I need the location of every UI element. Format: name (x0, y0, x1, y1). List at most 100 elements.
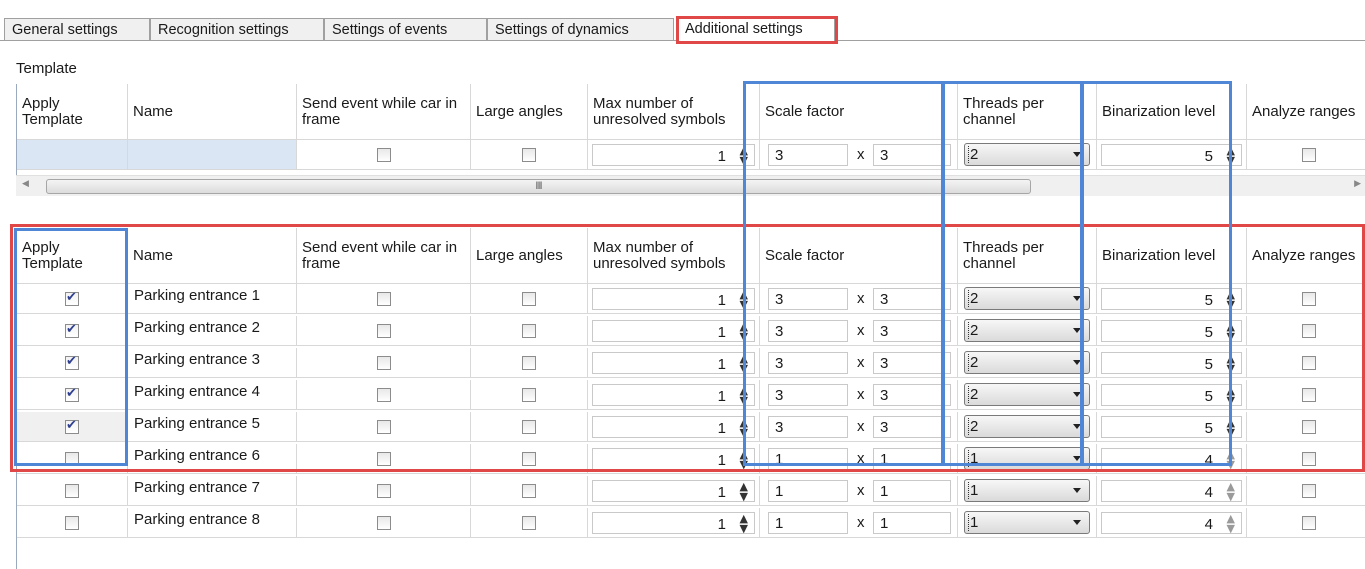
analyze-ranges-checkbox[interactable] (1302, 147, 1316, 162)
large-angles-checkbox[interactable] (522, 387, 536, 402)
spinner-arrows-icon[interactable]: ▲ ▼ (740, 449, 748, 470)
cell-apply[interactable] (17, 284, 128, 314)
scale-x-input[interactable]: 1 (768, 480, 848, 502)
apply-template-checkbox[interactable] (65, 290, 79, 306)
spinner-arrows-icon[interactable]: ▲ ▼ (740, 353, 748, 374)
scale-x-input[interactable]: 3 (768, 288, 848, 310)
threads-dropdown[interactable]: 2 (964, 383, 1090, 406)
tab-additional-settings[interactable]: Additional settings (677, 16, 835, 42)
analyze-ranges-checkbox[interactable] (1302, 451, 1316, 466)
tab-recognition-settings[interactable]: Recognition settings (150, 18, 324, 40)
max-unresolved-spinner[interactable]: 1 ▲ ▼ (592, 416, 755, 438)
tab-general-settings[interactable]: General settings (4, 18, 150, 40)
spinner-arrows-icon[interactable]: ▲ ▼ (1227, 385, 1235, 406)
binarization-spinner[interactable]: 5 ▲ ▼ (1101, 144, 1242, 166)
scale-x-input[interactable]: 1 (768, 512, 848, 534)
apply-template-checkbox[interactable] (65, 322, 79, 338)
spinner-arrows-icon[interactable]: ▲ ▼ (1227, 417, 1235, 438)
scale-y-input[interactable]: 1 (873, 512, 951, 534)
spinner-arrows-icon[interactable]: ▲ ▼ (740, 145, 748, 166)
send-event-checkbox[interactable] (376, 323, 391, 338)
send-event-checkbox[interactable] (376, 515, 391, 530)
cell-apply[interactable] (17, 348, 128, 378)
spinner-arrows-icon[interactable]: ▲ ▼ (1227, 513, 1235, 534)
scroll-right-arrow-icon[interactable]: ▶ (1354, 179, 1361, 189)
spinner-arrows-icon[interactable]: ▲ ▼ (740, 321, 748, 342)
spinner-arrows-icon[interactable]: ▲ ▼ (740, 481, 748, 502)
cell-apply[interactable] (17, 476, 128, 506)
cell-apply[interactable] (17, 444, 128, 474)
binarization-spinner[interactable]: 4 ▲ ▼ (1101, 448, 1242, 470)
analyze-ranges-checkbox[interactable] (1302, 291, 1316, 306)
large-angles-checkbox[interactable] (522, 323, 536, 338)
send-event-checkbox[interactable] (376, 147, 391, 162)
send-event-checkbox[interactable] (376, 483, 391, 498)
large-angles-checkbox[interactable] (522, 515, 536, 530)
binarization-spinner[interactable]: 5 ▲ ▼ (1101, 416, 1242, 438)
large-angles-checkbox[interactable] (522, 451, 536, 466)
apply-template-checkbox[interactable] (65, 418, 79, 434)
tab-settings-of-events[interactable]: Settings of events (324, 18, 487, 40)
scale-x-input[interactable]: 1 (768, 448, 848, 470)
scale-y-input[interactable]: 3 (873, 416, 951, 438)
max-unresolved-spinner[interactable]: 1 ▲ ▼ (592, 448, 755, 470)
send-event-checkbox[interactable] (376, 387, 391, 402)
spinner-arrows-icon[interactable]: ▲ ▼ (740, 513, 748, 534)
max-unresolved-spinner[interactable]: 1 ▲ ▼ (592, 320, 755, 342)
binarization-spinner[interactable]: 5 ▲ ▼ (1101, 320, 1242, 342)
spinner-arrows-icon[interactable]: ▲ ▼ (1227, 449, 1235, 470)
send-event-checkbox[interactable] (376, 291, 391, 306)
send-event-checkbox[interactable] (376, 419, 391, 434)
binarization-spinner[interactable]: 5 ▲ ▼ (1101, 352, 1242, 374)
spinner-arrows-icon[interactable]: ▲ ▼ (1227, 321, 1235, 342)
scrollbar-thumb[interactable]: III (46, 179, 1031, 194)
analyze-ranges-checkbox[interactable] (1302, 419, 1316, 434)
spinner-arrows-icon[interactable]: ▲ ▼ (1227, 353, 1235, 374)
tab-settings-of-dynamics[interactable]: Settings of dynamics (487, 18, 674, 40)
large-angles-checkbox[interactable] (522, 291, 536, 306)
binarization-spinner[interactable]: 4 ▲ ▼ (1101, 480, 1242, 502)
threads-dropdown[interactable]: 2 (964, 287, 1090, 310)
cell-apply[interactable] (17, 508, 128, 538)
threads-dropdown[interactable]: 1 (964, 447, 1090, 470)
max-unresolved-spinner[interactable]: 1 ▲ ▼ (592, 288, 755, 310)
analyze-ranges-checkbox[interactable] (1302, 483, 1316, 498)
scroll-left-arrow-icon[interactable]: ◀ (22, 179, 29, 189)
max-unresolved-spinner[interactable]: 1 ▲ ▼ (592, 352, 755, 374)
cell-apply[interactable] (17, 316, 128, 346)
cell-apply[interactable] (17, 380, 128, 410)
analyze-ranges-checkbox[interactable] (1302, 323, 1316, 338)
binarization-spinner[interactable]: 5 ▲ ▼ (1101, 384, 1242, 406)
scale-x-input[interactable]: 3 (768, 416, 848, 438)
scale-y-input[interactable]: 1 (873, 448, 951, 470)
scale-y-input[interactable]: 3 (873, 144, 951, 166)
scale-x-input[interactable]: 3 (768, 144, 848, 166)
cell-apply[interactable] (17, 412, 128, 442)
threads-dropdown[interactable]: 1 (964, 479, 1090, 502)
apply-template-checkbox[interactable] (65, 483, 79, 498)
threads-dropdown[interactable]: 1 (964, 511, 1090, 534)
threads-dropdown[interactable]: 2 (964, 415, 1090, 438)
large-angles-checkbox[interactable] (522, 355, 536, 370)
scale-x-input[interactable]: 3 (768, 384, 848, 406)
large-angles-checkbox[interactable] (522, 419, 536, 434)
apply-template-checkbox[interactable] (65, 386, 79, 402)
apply-template-checkbox[interactable] (65, 515, 79, 530)
scale-x-input[interactable]: 3 (768, 320, 848, 342)
send-event-checkbox[interactable] (376, 451, 391, 466)
analyze-ranges-checkbox[interactable] (1302, 515, 1316, 530)
send-event-checkbox[interactable] (376, 355, 391, 370)
spinner-arrows-icon[interactable]: ▲ ▼ (740, 289, 748, 310)
large-angles-checkbox[interactable] (522, 483, 536, 498)
analyze-ranges-checkbox[interactable] (1302, 387, 1316, 402)
scale-x-input[interactable]: 3 (768, 352, 848, 374)
threads-dropdown[interactable]: 2 (964, 351, 1090, 374)
spinner-arrows-icon[interactable]: ▲ ▼ (740, 385, 748, 406)
horizontal-scrollbar[interactable]: ◀ III ▶ (16, 175, 1365, 196)
scale-y-input[interactable]: 3 (873, 384, 951, 406)
binarization-spinner[interactable]: 4 ▲ ▼ (1101, 512, 1242, 534)
max-unresolved-spinner[interactable]: 1 ▲ ▼ (592, 384, 755, 406)
spinner-arrows-icon[interactable]: ▲ ▼ (1227, 481, 1235, 502)
apply-template-checkbox[interactable] (65, 354, 79, 370)
apply-template-checkbox[interactable] (65, 451, 79, 466)
